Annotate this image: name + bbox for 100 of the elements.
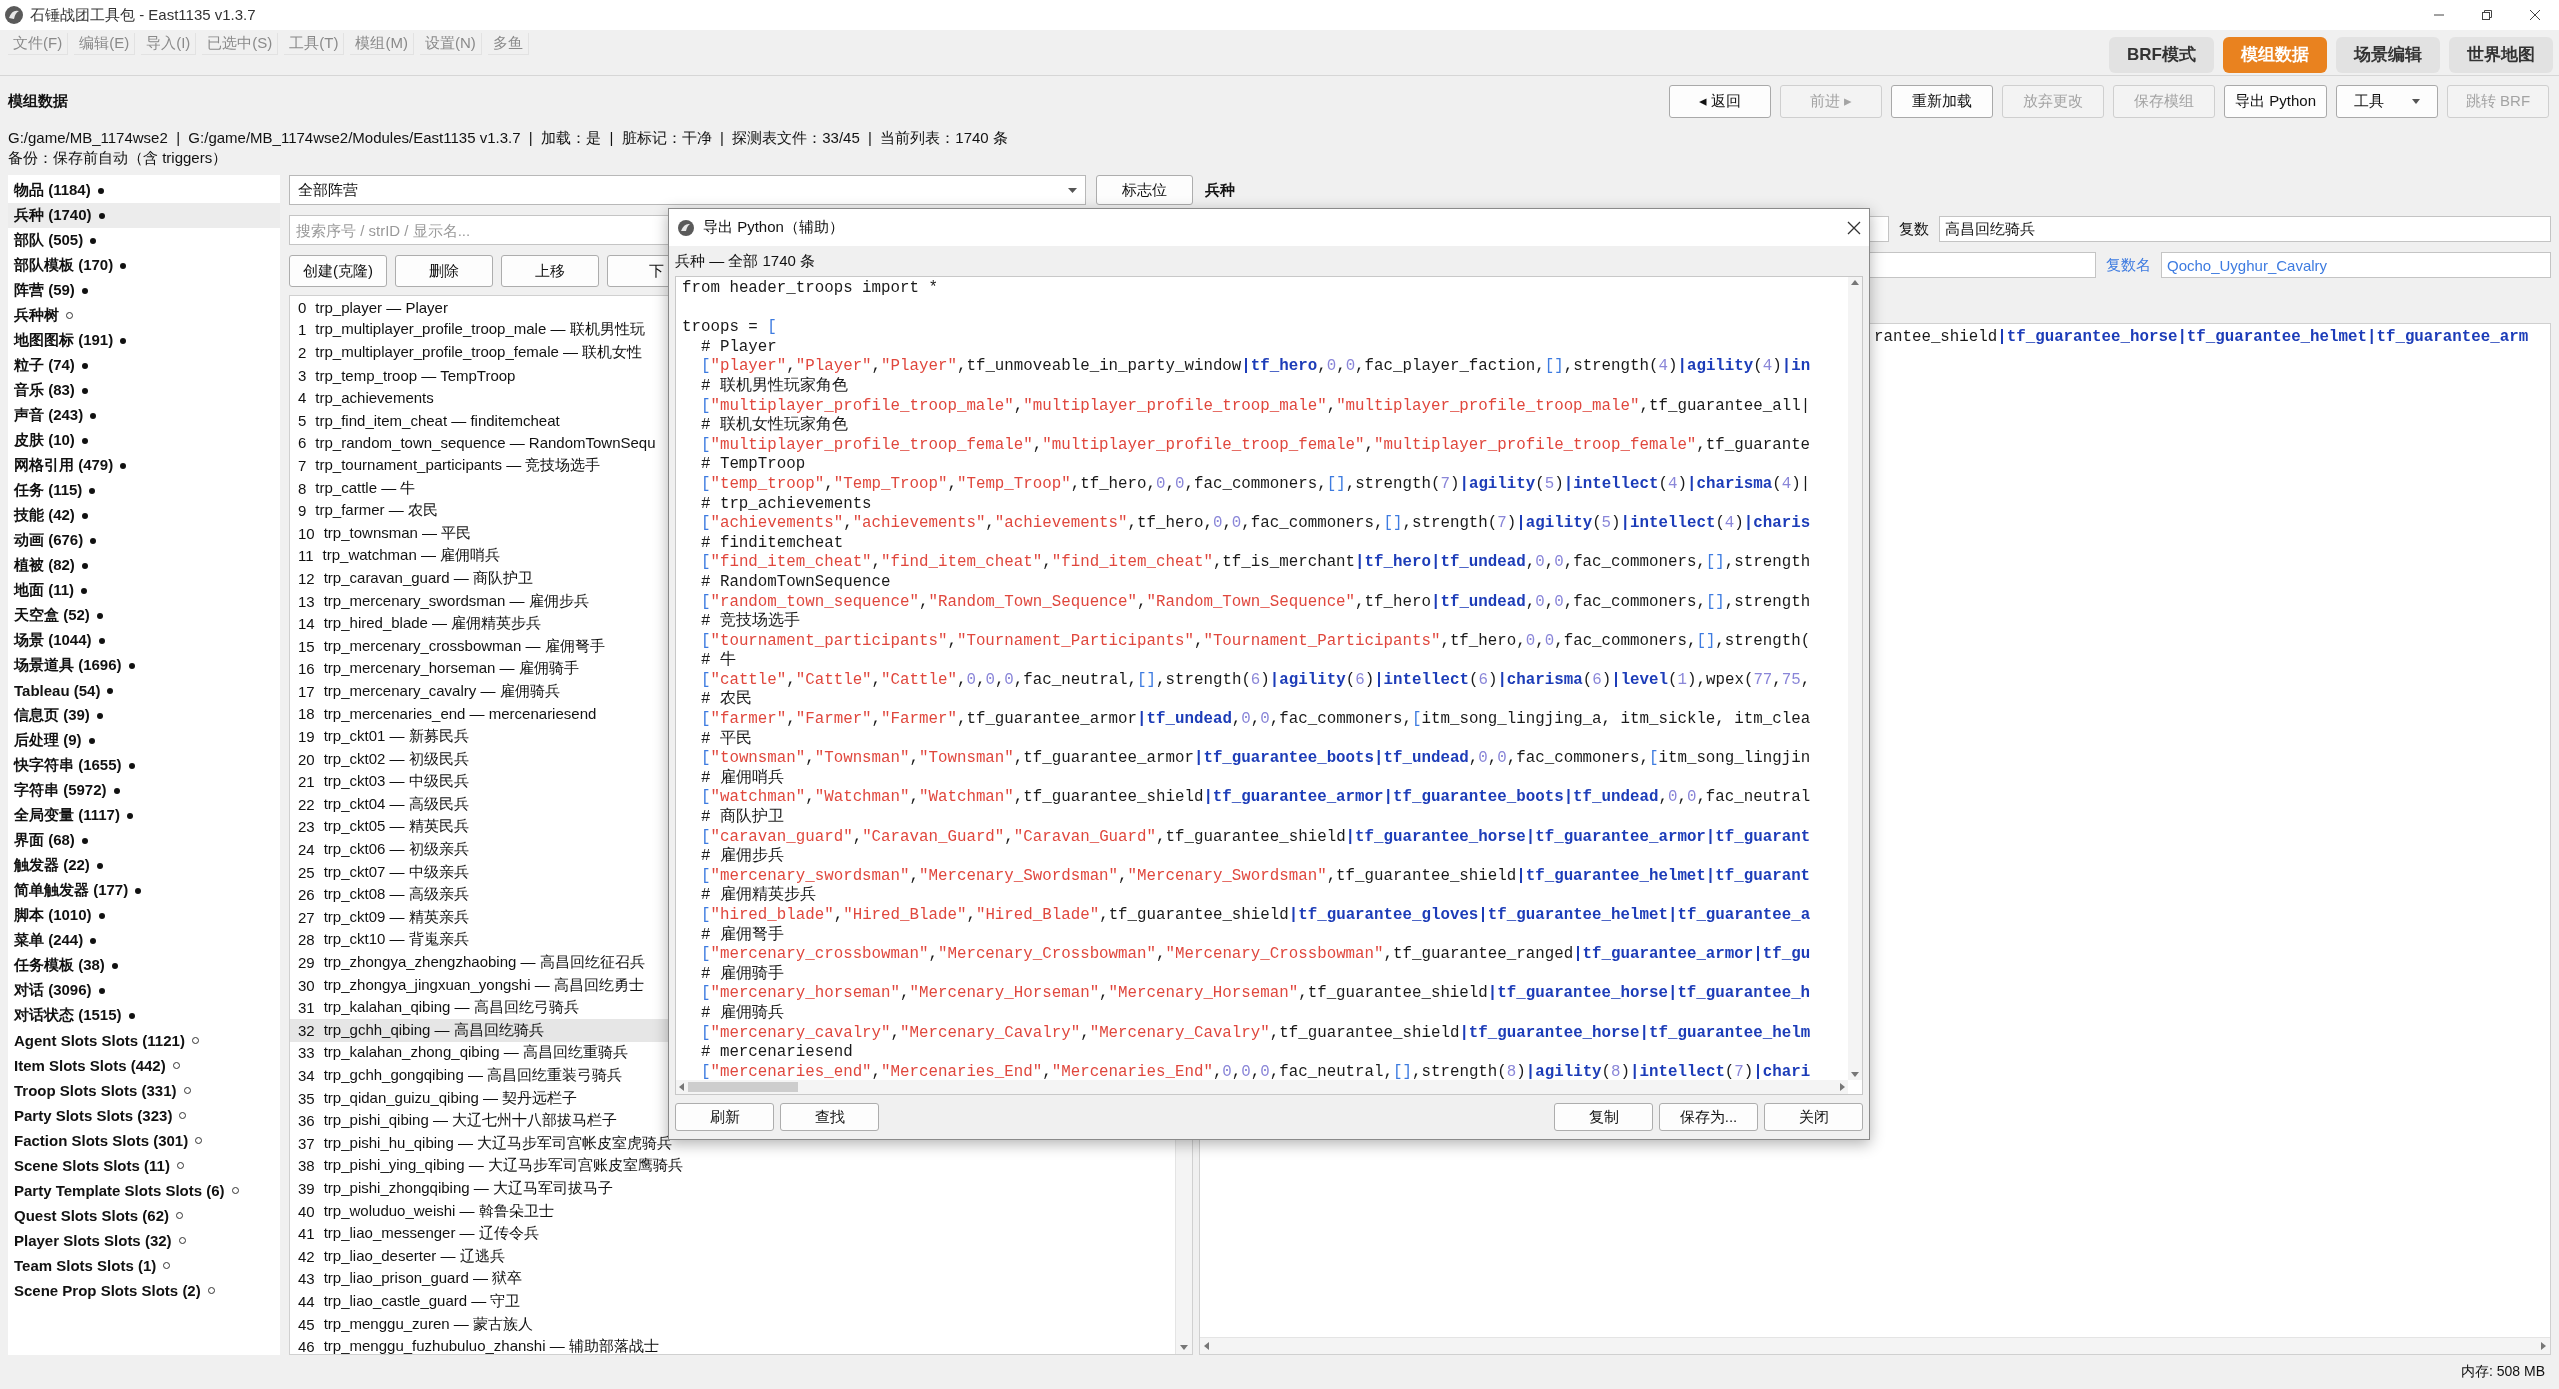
scroll-right-icon[interactable]	[1840, 1083, 1845, 1091]
category-item[interactable]: 部队模板 (170)	[8, 253, 280, 278]
category-item[interactable]: 对话 (3096)	[8, 978, 280, 1003]
mode-tab[interactable]: 场景编辑	[2336, 36, 2440, 73]
category-item[interactable]: 兵种 (1740)	[8, 203, 280, 228]
row-index: 44	[298, 1292, 315, 1310]
category-item[interactable]: 阵营 (59)	[8, 278, 280, 303]
category-item[interactable]: 场景 (1044)	[8, 628, 280, 653]
category-item[interactable]: Agent Slots Slots (1121)	[8, 1028, 280, 1053]
category-item[interactable]: 触发器 (22)	[8, 853, 280, 878]
scroll-down-icon[interactable]	[1180, 1345, 1188, 1350]
category-item[interactable]: Item Slots Slots (442)	[8, 1053, 280, 1078]
toolbar-button[interactable]: 重新加载	[1891, 84, 1994, 118]
scroll-right-icon[interactable]	[2541, 1342, 2546, 1350]
category-item[interactable]: 信息页 (39)	[8, 703, 280, 728]
close-icon[interactable]	[1847, 220, 1861, 235]
dialog-title: 导出 Python（辅助）	[703, 218, 844, 237]
category-item[interactable]: Party Slots Slots (323)	[8, 1103, 280, 1128]
scroll-left-icon[interactable]	[1204, 1342, 1209, 1350]
row-index: 20	[298, 750, 315, 768]
category-item[interactable]: 兵种树	[8, 303, 280, 328]
category-item[interactable]: Party Template Slots Slots (6)	[8, 1178, 280, 1203]
code-line: # 联机男性玩家角色	[699, 376, 849, 397]
troop-row[interactable]: 40 trp_woluduo_weishi — 斡鲁朵卫士	[290, 1199, 1175, 1223]
category-item[interactable]: 网格引用 (479)	[8, 453, 280, 478]
category-item[interactable]: Team Slots Slots (1)	[8, 1253, 280, 1278]
category-item[interactable]: 任务模板 (38)	[8, 953, 280, 978]
troop-name: trp_random_town_sequence — RandomTownSequ	[315, 434, 656, 452]
category-item[interactable]: Scene Prop Slots Slots (2)	[8, 1278, 280, 1303]
troop-name: trp_ckt04 — 高级民兵	[323, 794, 469, 814]
category-item[interactable]: 技能 (42)	[8, 503, 280, 528]
category-item[interactable]: Quest Slots Slots (62)	[8, 1203, 280, 1228]
restore-icon[interactable]	[2481, 9, 2493, 21]
dialog-button[interactable]: 刷新	[675, 1103, 774, 1131]
code-line: ["mercenaries_end","Mercenaries_End","Mercenaries_End",0,0,0,fac_neutral,[],strength(8)|agility(8)|intellect(7)|chari	[699, 1062, 1812, 1080]
mode-tab[interactable]: 世界地图	[2449, 36, 2553, 73]
code-line: ["caravan_guard","Caravan_Guard","Caravan_Guard",tf_guarantee_shield|tf_guarantee_horse|tf_guarantee_armor|tf_guarant	[699, 827, 1812, 846]
category-item[interactable]: 后处理 (9)	[8, 728, 280, 753]
category-item[interactable]: 任务 (115)	[8, 478, 280, 503]
category-item[interactable]: 菜单 (244)	[8, 928, 280, 953]
category-item[interactable]: 全局变量 (1117)	[8, 803, 280, 828]
category-item[interactable]: 字符串 (5972)	[8, 778, 280, 803]
plural-field[interactable]: 高昌回纥骑兵	[1939, 216, 2551, 242]
dialog-button[interactable]: 查找	[780, 1103, 879, 1131]
scrollbar-thumb[interactable]	[688, 1082, 798, 1092]
category-item[interactable]: 天空盒 (52)	[8, 603, 280, 628]
category-item[interactable]: 动画 (676)	[8, 528, 280, 553]
dialog-button[interactable]: 保存为...	[1659, 1103, 1758, 1131]
troop-row[interactable]: 43 trp_liao_prison_guard — 狱卒	[290, 1267, 1175, 1291]
category-item[interactable]: Scene Slots Slots (11)	[8, 1153, 280, 1178]
mode-tab[interactable]: BRF模式	[2109, 36, 2214, 73]
category-item[interactable]: 地面 (11)	[8, 578, 280, 603]
troop-row[interactable]: 38 trp_pishi_ying_qibing — 大辽马步军司宫账皮室鹰骑兵	[290, 1154, 1175, 1178]
faction-dropdown[interactable]: 全部阵营	[289, 175, 1086, 205]
category-item[interactable]: 音乐 (83)	[8, 378, 280, 403]
module-path-info: G:/game/MB_1174wse2 | G:/game/MB_1174wse2/Modules/East1135 v1.3.7 | 加载：是 | 脏标记：干净 | 探测表文件：33/45 | 当前列表：1740 条	[8, 128, 1009, 148]
toolbar-button[interactable]: 导出 Python	[2224, 84, 2327, 118]
category-item[interactable]: 粒子 (74)	[8, 353, 280, 378]
code-line: ["farmer","Farmer","Farmer",tf_guarantee_armor|tf_undead,0,0,fac_commoners,[itm_song_lingjing_a, itm_sickle, itm_clea	[699, 710, 1812, 730]
troop-row[interactable]: 46 trp_menggu_fuzhubuluo_zhanshi — 辅助部落战士	[290, 1335, 1175, 1354]
category-item[interactable]: 场景道具 (1696)	[8, 653, 280, 678]
troop-name: trp_caravan_guard — 商队护卫	[323, 568, 533, 588]
category-item[interactable]: Tableau (54)	[8, 678, 280, 703]
category-item[interactable]: Troop Slots Slots (331)	[8, 1078, 280, 1103]
close-icon[interactable]	[2529, 9, 2541, 21]
category-item[interactable]: 植被 (82)	[8, 553, 280, 578]
category-item[interactable]: 皮肤 (10)	[8, 428, 280, 453]
troop-row[interactable]: 45 trp_menggu_zuren — 蒙古族人	[290, 1312, 1175, 1336]
troop-row[interactable]: 39 trp_pishi_zhongqibing — 大辽马军司拔马子	[290, 1177, 1175, 1200]
category-item[interactable]: 简单触发器 (177)	[8, 878, 280, 903]
category-item[interactable]: 物品 (1184)	[8, 178, 280, 203]
troop-row[interactable]: 41 trp_liao_messenger — 辽传令兵	[290, 1222, 1175, 1245]
troop-row[interactable]: 44 trp_liao_castle_guard — 守卫	[290, 1290, 1175, 1313]
code-line: # RandomTownSequence	[699, 572, 892, 593]
category-item[interactable]: Player Slots Slots (32)	[8, 1228, 280, 1253]
category-item[interactable]: 对话状态 (1515)	[8, 1003, 280, 1028]
troop-name: trp_woluduo_weishi — 斡鲁朵卫士	[323, 1201, 554, 1221]
list-action-button[interactable]: 上移	[501, 255, 599, 287]
plural-name-field[interactable]: Qocho_Uyghur_Cavalry	[2161, 252, 2551, 278]
dialog-button[interactable]: 关闭	[1764, 1103, 1863, 1131]
category-item[interactable]: 地图图标 (191)	[8, 328, 280, 353]
category-item[interactable]: 脚本 (1010)	[8, 903, 280, 928]
tools-dropdown[interactable]: 工具	[2336, 84, 2438, 118]
scroll-up-icon[interactable]	[1851, 280, 1859, 285]
category-item[interactable]: 快字符串 (1655)	[8, 753, 280, 778]
category-item[interactable]: 界面 (68)	[8, 828, 280, 853]
list-action-button[interactable]: 删除	[395, 255, 493, 287]
scroll-left-icon[interactable]	[679, 1083, 684, 1091]
list-action-button[interactable]: 创建(克隆)	[289, 255, 387, 287]
flags-button[interactable]: 标志位	[1096, 175, 1193, 205]
dialog-button[interactable]: 复制	[1554, 1103, 1653, 1131]
troop-name: trp_ckt03 — 中级民兵	[323, 772, 469, 792]
category-item[interactable]: 部队 (505)	[8, 228, 280, 253]
scroll-down-icon[interactable]	[1851, 1072, 1859, 1077]
category-item[interactable]: Faction Slots Slots (301)	[8, 1128, 280, 1153]
code-line: # Player	[699, 337, 778, 358]
troop-row[interactable]: 42 trp_liao_deserter — 辽逃兵	[290, 1244, 1175, 1268]
row-index: 30	[298, 976, 315, 994]
toolbar-button[interactable]: ◂ 返回	[1669, 84, 1772, 118]
category-item[interactable]: 声音 (243)	[8, 403, 280, 428]
